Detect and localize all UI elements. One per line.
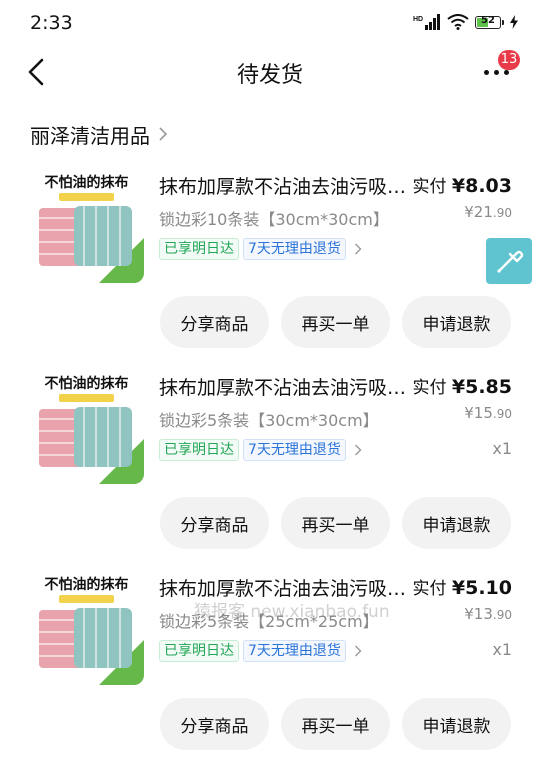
original-price: ¥13.90 bbox=[412, 605, 512, 623]
item-actions: 分享商品 再买一单 申请退款 bbox=[160, 497, 511, 549]
chevron-right-icon bbox=[354, 645, 362, 657]
order-card: 丽泽清洁用品 不怕油的抹布 抹布加厚款不沾油去油污吸水 锁边彩10条装【30cm… bbox=[12, 108, 528, 764]
share-button[interactable]: 分享商品 bbox=[160, 497, 269, 549]
item-actions: 分享商品 再买一单 申请退款 bbox=[160, 698, 511, 750]
refund-button[interactable]: 申请退款 bbox=[402, 698, 511, 750]
quantity: x1 bbox=[492, 640, 512, 659]
product-title[interactable]: 抹布加厚款不沾油去油污吸水厨房专用清洁布 bbox=[159, 574, 409, 601]
return-policy-tag: 7天无理由退货 bbox=[243, 238, 346, 260]
chevron-right-icon bbox=[354, 243, 362, 255]
next-day-tag: 已享明日达 bbox=[159, 439, 239, 461]
svg-text:HD: HD bbox=[413, 16, 423, 23]
order-item[interactable]: 不怕油的抹布 抹布加厚款不沾油去油污吸水厨房专用清洁布 锁边彩10条装【30cm… bbox=[12, 168, 528, 368]
original-price: ¥21.90 bbox=[412, 203, 512, 221]
refund-button[interactable]: 申请退款 bbox=[402, 497, 511, 549]
paid-price: 实付 ¥5.10 bbox=[412, 574, 512, 599]
thumbnail-title: 不怕油的抹布 bbox=[44, 577, 129, 593]
chevron-right-icon bbox=[354, 444, 362, 456]
price-block: 实付 ¥8.03 ¥21.90 bbox=[412, 172, 512, 221]
next-day-tag: 已享明日达 bbox=[159, 640, 239, 662]
original-price-int: ¥15 bbox=[464, 404, 493, 422]
more-icon bbox=[484, 70, 509, 75]
product-thumbnail[interactable]: 不怕油的抹布 bbox=[29, 168, 144, 283]
nav-bar: 待发货 13 bbox=[0, 48, 540, 96]
rebuy-button[interactable]: 再买一单 bbox=[281, 698, 390, 750]
rebuy-button[interactable]: 再买一单 bbox=[281, 296, 390, 348]
order-item[interactable]: 不怕油的抹布 抹布加厚款不沾油去油污吸水厨房专用清洁布 锁边彩5条装【25cm*… bbox=[12, 570, 528, 770]
product-spec: 锁边彩10条装【30cm*30cm】 bbox=[159, 210, 389, 229]
paid-amount: ¥5.10 bbox=[451, 577, 512, 599]
product-thumbnail[interactable]: 不怕油的抹布 bbox=[29, 369, 144, 484]
notification-badge: 13 bbox=[498, 50, 520, 70]
paid-amount: ¥5.85 bbox=[451, 376, 512, 398]
status-icons: HD 52 bbox=[413, 14, 518, 30]
item-actions: 分享商品 再买一单 申请退款 bbox=[160, 296, 511, 348]
battery-text: 52 bbox=[481, 14, 495, 26]
original-price-int: ¥13 bbox=[464, 605, 493, 623]
product-title[interactable]: 抹布加厚款不沾油去油污吸水厨房专用清洁布 bbox=[159, 373, 409, 400]
service-tags[interactable]: 已享明日达 7天无理由退货 bbox=[159, 439, 362, 461]
signal-icon: HD bbox=[413, 14, 440, 30]
thumbnail-banner bbox=[59, 193, 114, 201]
price-block: 实付 ¥5.10 ¥13.90 bbox=[412, 574, 512, 623]
share-button[interactable]: 分享商品 bbox=[160, 698, 269, 750]
price-block: 实付 ¥5.85 ¥15.90 bbox=[412, 373, 512, 422]
paid-price: 实付 ¥8.03 bbox=[412, 172, 512, 197]
quantity: x1 bbox=[492, 439, 512, 458]
thumbnail-banner bbox=[59, 394, 114, 402]
original-price-dec: .90 bbox=[492, 206, 512, 220]
eyedropper-tool-button[interactable] bbox=[486, 238, 532, 284]
original-price-dec: .90 bbox=[492, 407, 512, 421]
original-price-int: ¥21 bbox=[464, 203, 493, 221]
shop-header[interactable]: 丽泽清洁用品 bbox=[30, 120, 168, 148]
product-thumbnail[interactable]: 不怕油的抹布 bbox=[29, 570, 144, 685]
status-time: 2:33 bbox=[30, 12, 73, 34]
paid-label: 实付 bbox=[412, 378, 447, 398]
status-bar: 2:33 HD 52 bbox=[0, 0, 540, 48]
product-title[interactable]: 抹布加厚款不沾油去油污吸水厨房专用清洁布 bbox=[159, 172, 409, 199]
paid-label: 实付 bbox=[412, 177, 447, 197]
original-price: ¥15.90 bbox=[412, 404, 512, 422]
shop-name: 丽泽清洁用品 bbox=[30, 123, 150, 148]
return-policy-tag: 7天无理由退货 bbox=[243, 439, 346, 461]
battery-icon: 52 bbox=[475, 14, 504, 29]
service-tags[interactable]: 已享明日达 7天无理由退货 bbox=[159, 640, 362, 662]
more-button[interactable]: 13 bbox=[478, 50, 520, 90]
wifi-icon bbox=[447, 14, 469, 30]
next-day-tag: 已享明日达 bbox=[159, 238, 239, 260]
charging-icon bbox=[510, 15, 518, 29]
service-tags[interactable]: 已享明日达 7天无理由退货 bbox=[159, 238, 362, 260]
paid-amount: ¥8.03 bbox=[451, 175, 512, 197]
thumbnail-title: 不怕油的抹布 bbox=[44, 175, 129, 191]
order-item[interactable]: 不怕油的抹布 抹布加厚款不沾油去油污吸水厨房专用清洁布 锁边彩5条装【30cm*… bbox=[12, 369, 528, 569]
return-policy-tag: 7天无理由退货 bbox=[243, 640, 346, 662]
product-spec: 锁边彩5条装【25cm*25cm】 bbox=[159, 612, 379, 631]
product-spec: 锁边彩5条装【30cm*30cm】 bbox=[159, 411, 379, 430]
refund-button[interactable]: 申请退款 bbox=[402, 296, 511, 348]
share-button[interactable]: 分享商品 bbox=[160, 296, 269, 348]
eyedropper-icon bbox=[497, 250, 524, 273]
rebuy-button[interactable]: 再买一单 bbox=[281, 497, 390, 549]
paid-price: 实付 ¥5.85 bbox=[412, 373, 512, 398]
thumbnail-banner bbox=[59, 595, 114, 603]
paid-label: 实付 bbox=[412, 579, 447, 599]
original-price-dec: .90 bbox=[492, 608, 512, 622]
page-title: 待发货 bbox=[236, 63, 303, 88]
thumbnail-title: 不怕油的抹布 bbox=[44, 376, 129, 392]
chevron-right-icon bbox=[159, 127, 168, 141]
